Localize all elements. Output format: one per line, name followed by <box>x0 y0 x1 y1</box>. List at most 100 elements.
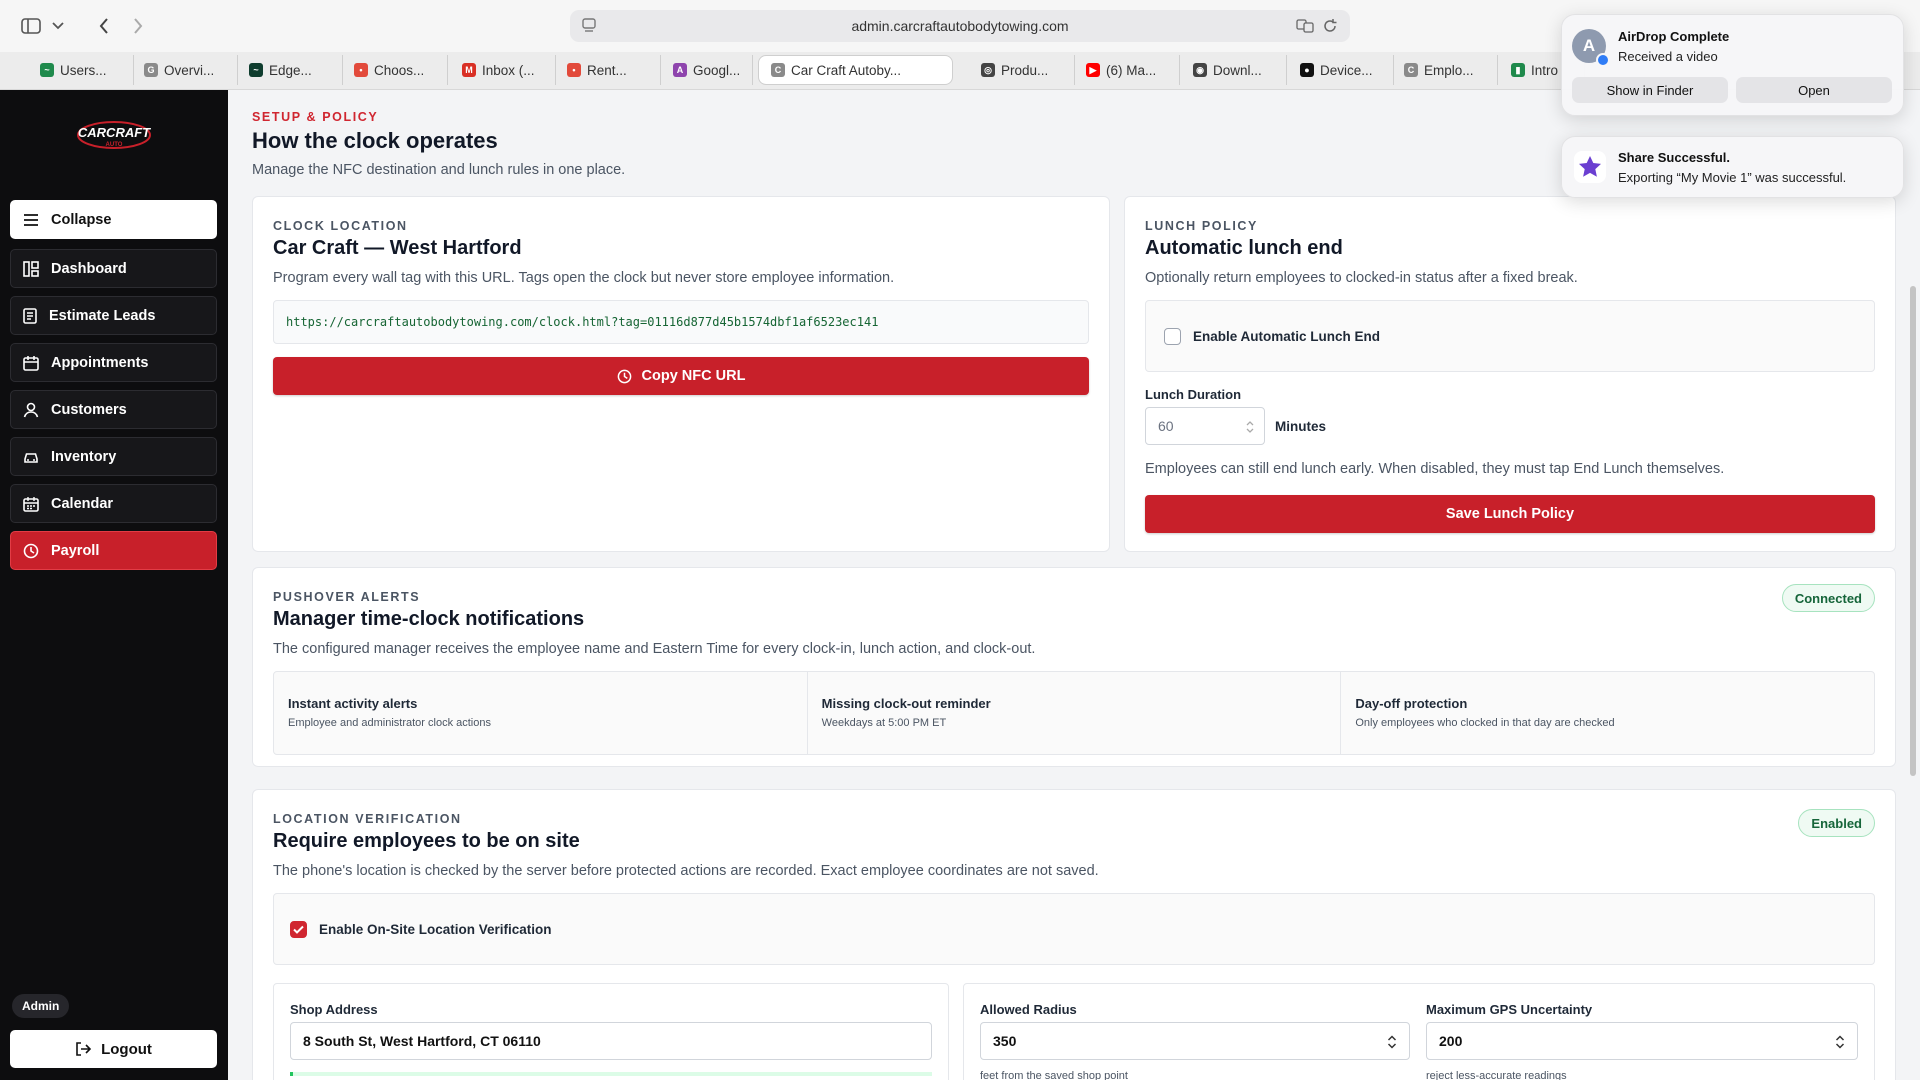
reload-icon[interactable] <box>1322 18 1338 37</box>
sidebar-item-estimate-leads[interactable]: Estimate Leads <box>10 296 217 335</box>
auto-lunch-checkbox[interactable] <box>1164 327 1181 345</box>
card-title: Require employees to be on site <box>273 830 580 852</box>
lunch-duration-input[interactable]: 60 <box>1145 407 1265 445</box>
dashboard-icon <box>23 260 39 277</box>
browser-tab[interactable]: A Googl... <box>667 55 753 85</box>
tab-label: Car Craft Autoby... <box>791 62 902 78</box>
feature-title: Missing clock-out reminder <box>821 696 991 711</box>
open-button[interactable]: Open <box>1736 77 1892 103</box>
browser-tab[interactable]: • Rent... <box>561 55 661 85</box>
stepper-icon[interactable] <box>1387 1034 1397 1050</box>
tab-label: Device... <box>1320 62 1373 78</box>
translate-icon[interactable] <box>1296 18 1314 37</box>
sidebar-item-appointments[interactable]: Appointments <box>10 343 217 382</box>
airdrop-notification[interactable]: A AirDrop Complete Received a video Show… <box>1561 14 1904 116</box>
svg-text:CARCRAFT: CARCRAFT <box>78 125 151 140</box>
notification-body: Received a video <box>1618 49 1718 64</box>
browser-tab[interactable]: C Emplo... <box>1398 55 1498 85</box>
browser-tab[interactable]: C Car Craft Autoby... <box>758 55 953 85</box>
favicon-icon: ▶ <box>1086 63 1100 77</box>
sidebar-item-calendar[interactable]: Calendar <box>10 484 217 523</box>
tab-label: Edge... <box>269 62 312 78</box>
radius-label: Allowed Radius <box>980 1002 1077 1017</box>
sidebar-item-payroll[interactable]: Payroll <box>10 531 217 570</box>
stepper-icon[interactable] <box>1835 1034 1845 1050</box>
pushover-alerts-card: PUSHOVER ALERTS Manager time-clock notif… <box>252 567 1896 767</box>
favicon-icon: ▮ <box>1511 63 1525 77</box>
gps-uncertainty-input[interactable]: 200 <box>1426 1022 1858 1060</box>
gps-uncertainty-label: Maximum GPS Uncertainty <box>1426 1002 1593 1017</box>
feature-item: Day-off protection Only employees who cl… <box>1341 672 1874 754</box>
notification-body: Exporting “My Movie 1” was successful. <box>1618 170 1847 185</box>
section-header: SETUP & POLICY How the clock operates Ma… <box>252 110 625 178</box>
gps-uncertainty-value: 200 <box>1439 1033 1463 1049</box>
browser-tab[interactable]: G Overvi... <box>138 55 238 85</box>
calendar-check-icon <box>23 355 39 371</box>
share-notification[interactable]: Share Successful. Exporting “My Movie 1”… <box>1561 136 1904 198</box>
notification-title: Share Successful. <box>1618 150 1730 165</box>
nfc-url-field[interactable]: https://carcraftautobodytowing.com/clock… <box>273 300 1089 344</box>
feature-desc: Weekdays at 5:00 PM ET <box>821 717 947 729</box>
sidebar-item-label: Dashboard <box>51 260 127 277</box>
browser-tab[interactable]: M Inbox (... <box>456 55 556 85</box>
address-status-bar <box>290 1072 932 1076</box>
browser-tab[interactable]: ◎ Produ... <box>975 55 1075 85</box>
airdrop-icon <box>1596 53 1610 67</box>
document-icon <box>23 307 37 324</box>
browser-tab[interactable]: ~ Users... <box>34 55 134 85</box>
browser-tab[interactable]: ◉ Downl... <box>1187 55 1287 85</box>
sidebar-toggle-icon[interactable] <box>18 12 44 40</box>
card-description: Program every wall tag with this URL. Ta… <box>273 270 895 286</box>
tab-label: Emplo... <box>1424 62 1474 78</box>
imovie-star-icon <box>1574 151 1606 183</box>
auto-lunch-label: Enable Automatic Lunch End <box>1193 328 1381 344</box>
logout-icon <box>76 1042 92 1056</box>
carcraft-logo[interactable]: CARCRAFT AUTO <box>75 118 153 152</box>
sidebar-item-label: Estimate Leads <box>49 307 156 324</box>
card-eyebrow: PUSHOVER ALERTS <box>273 590 421 604</box>
gps-uncertainty-hint: reject less-accurate readings <box>1426 1070 1567 1080</box>
stepper-icon[interactable] <box>1246 420 1254 434</box>
main-content: SETUP & POLICY How the clock operates Ma… <box>228 90 1920 1080</box>
save-lunch-policy-button[interactable]: Save Lunch Policy <box>1145 495 1875 533</box>
clock-location-card: CLOCK LOCATION Car Craft — West Hartford… <box>252 196 1110 552</box>
sidebar-item-inventory[interactable]: Inventory <box>10 437 217 476</box>
location-verification-card: LOCATION VERIFICATION Require employees … <box>252 789 1896 1080</box>
shop-address-input[interactable]: 8 South St, West Hartford, CT 06110 <box>290 1022 932 1060</box>
tab-label: Rent... <box>587 62 627 78</box>
location-checkbox[interactable] <box>290 920 307 938</box>
calendar-icon <box>23 496 39 512</box>
status-badge: Enabled <box>1798 809 1875 837</box>
forward-icon[interactable] <box>128 12 148 40</box>
browser-tab[interactable]: ▶ (6) Ma... <box>1080 55 1180 85</box>
chevron-down-icon[interactable] <box>48 12 68 40</box>
back-icon[interactable] <box>94 12 114 40</box>
tab-label: Downl... <box>1213 62 1262 78</box>
scrollbar[interactable] <box>1910 286 1916 776</box>
clock-icon <box>617 369 631 383</box>
site-settings-icon[interactable] <box>582 18 596 37</box>
feature-title: Instant activity alerts <box>288 696 418 711</box>
browser-tab[interactable]: ● Device... <box>1294 55 1394 85</box>
browser-tab[interactable]: • Choos... <box>348 55 448 85</box>
card-description: Optionally return employees to clocked-i… <box>1145 270 1578 286</box>
feature-title: Day-off protection <box>1355 696 1468 711</box>
location-toggle-row[interactable]: Enable On-Site Location Verification <box>273 893 1875 965</box>
radius-input[interactable]: 350 <box>980 1022 1410 1060</box>
copy-nfc-url-button[interactable]: Copy NFC URL <box>273 357 1089 395</box>
favicon-icon: • <box>354 63 368 77</box>
collapse-button[interactable]: Collapse <box>10 200 217 239</box>
sidebar-item-customers[interactable]: Customers <box>10 390 217 429</box>
copy-nfc-url-label: Copy NFC URL <box>641 368 746 384</box>
browser-tab[interactable]: ~ Edge... <box>243 55 343 85</box>
logout-button[interactable]: Logout <box>10 1030 217 1068</box>
sidebar-item-label: Appointments <box>51 354 149 371</box>
sidebar-item-dashboard[interactable]: Dashboard <box>10 249 217 288</box>
show-in-finder-button[interactable]: Show in Finder <box>1572 77 1728 103</box>
address-bar[interactable]: admin.carcraftautobodytowing.com <box>570 10 1350 42</box>
favicon-icon: A <box>673 63 687 77</box>
auto-lunch-toggle-row[interactable]: Enable Automatic Lunch End <box>1145 300 1875 372</box>
feature-item: Instant activity alerts Employee and adm… <box>274 672 808 754</box>
tab-label: Overvi... <box>164 62 215 78</box>
tab-label: (6) Ma... <box>1106 62 1157 78</box>
